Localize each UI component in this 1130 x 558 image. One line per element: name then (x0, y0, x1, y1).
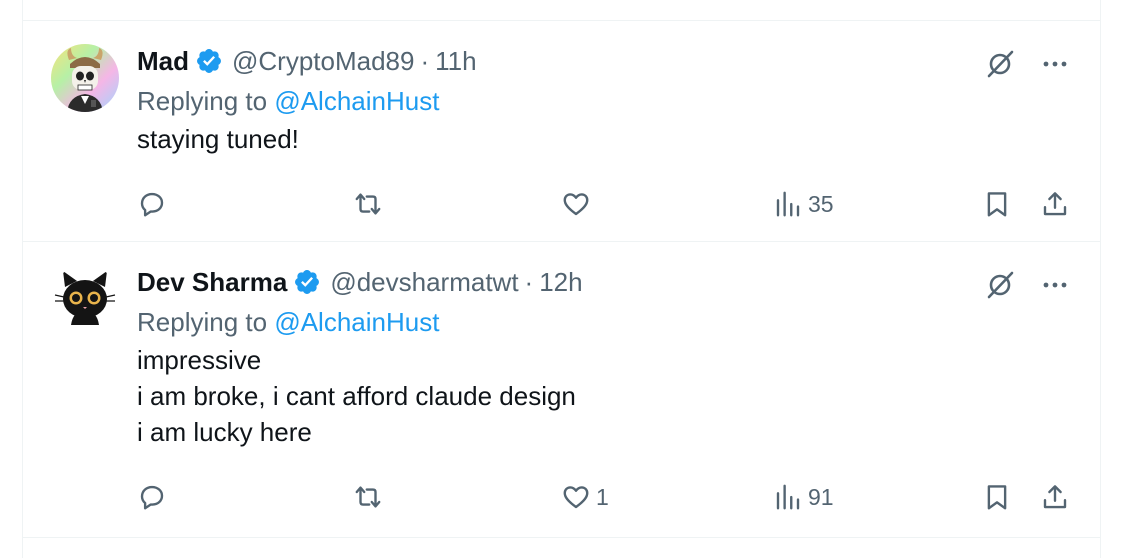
avatar[interactable] (51, 44, 119, 112)
tweet-text-line: staying tuned! (137, 124, 299, 154)
views-button[interactable]: 91 (773, 479, 834, 515)
black-cat-avatar-icon (51, 265, 119, 333)
replying-to: Replying to @AlchainHust (137, 83, 1080, 119)
retweet-button[interactable] (353, 186, 388, 222)
bookmark-icon (987, 485, 1007, 510)
like-icon (563, 193, 589, 216)
more-icon[interactable] (1040, 49, 1070, 79)
views-count: 35 (808, 190, 834, 217)
more-icon[interactable] (1040, 270, 1070, 300)
reply-button[interactable] (137, 479, 172, 515)
tweet-header: Mad @CryptoMad89 · 11h (137, 43, 1080, 79)
views-icon (776, 484, 800, 510)
like-button[interactable] (561, 186, 596, 222)
bookmark-button[interactable] (982, 186, 1012, 222)
timestamp[interactable]: 11h (435, 46, 476, 77)
tweet-content: Mad @CryptoMad89 · 11h Replying to @Alch… (137, 43, 1080, 157)
skull-viking-avatar-icon (51, 44, 119, 112)
views-button[interactable]: 35 (773, 186, 834, 222)
reply-tweet[interactable]: Dev Sharma @devsharmatwt · 12h Replying … (23, 242, 1100, 537)
replying-handle-link[interactable]: @AlchainHust (274, 307, 439, 337)
divider (23, 537, 1100, 538)
timestamp[interactable]: 12h (539, 267, 582, 298)
avatar[interactable] (51, 265, 119, 333)
bookmark-button[interactable] (982, 479, 1012, 515)
replying-to: Replying to @AlchainHust (137, 304, 1080, 340)
like-icon (563, 486, 589, 509)
tweet-text: impressive i am broke, i cant afford cla… (137, 342, 1080, 450)
separator: · (524, 266, 534, 297)
replying-handle-link[interactable]: @AlchainHust (274, 86, 439, 116)
retweet-icon (355, 193, 381, 215)
reply-icon (140, 485, 164, 510)
share-button[interactable] (1040, 186, 1070, 222)
reply-button[interactable] (137, 186, 172, 222)
display-name[interactable]: Dev Sharma (137, 267, 287, 298)
tweet-text: staying tuned! (137, 121, 1080, 157)
share-button[interactable] (1040, 479, 1070, 515)
views-icon (776, 191, 800, 217)
tweet-actions: 1 91 (137, 479, 1070, 515)
user-handle[interactable]: @CryptoMad89 (232, 46, 414, 77)
replying-prefix: Replying to (137, 307, 268, 337)
verified-badge-icon[interactable] (195, 47, 223, 75)
tweet-top-actions (984, 269, 1070, 301)
like-count: 1 (596, 483, 609, 510)
tweet-content: Dev Sharma @devsharmatwt · 12h Replying … (137, 264, 1080, 450)
share-icon (1043, 485, 1067, 509)
tweet-text-line: i am lucky here (137, 417, 312, 447)
grok-icon[interactable] (984, 48, 1016, 80)
reply-icon (140, 192, 164, 217)
like-button[interactable]: 1 (561, 479, 609, 515)
tweet-text-line: i am broke, i cant afford claude design (137, 381, 576, 411)
reply-tweet[interactable]: Mad @CryptoMad89 · 11h Replying to @Alch… (23, 21, 1100, 242)
retweet-button[interactable] (353, 479, 388, 515)
user-handle[interactable]: @devsharmatwt (330, 267, 518, 298)
grok-icon[interactable] (984, 269, 1016, 301)
views-count: 91 (808, 483, 834, 510)
tweet-top-actions (984, 48, 1070, 80)
reply-thread: Mad @CryptoMad89 · 11h Replying to @Alch… (22, 0, 1101, 558)
display-name[interactable]: Mad (137, 46, 189, 77)
bookmark-icon (987, 192, 1007, 217)
replying-prefix: Replying to (137, 86, 268, 116)
retweet-icon (355, 486, 381, 508)
separator: · (420, 45, 430, 76)
tweet-header: Dev Sharma @devsharmatwt · 12h (137, 264, 1080, 300)
verified-badge-icon[interactable] (293, 268, 321, 296)
tweet-text-line: impressive (137, 345, 262, 375)
tweet-actions: 35 (137, 186, 1070, 222)
share-icon (1043, 192, 1067, 216)
